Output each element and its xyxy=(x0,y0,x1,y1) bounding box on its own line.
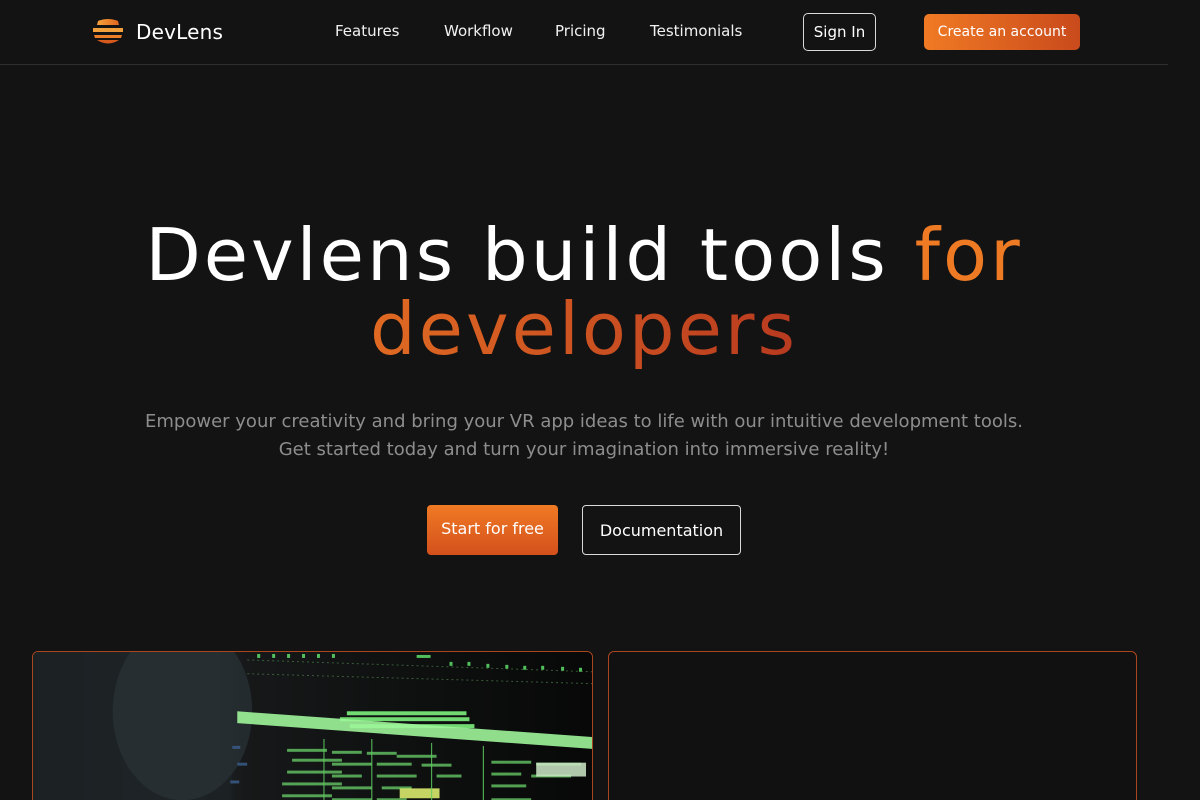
hero-subtitle: Empower your creativity and bring your V… xyxy=(0,408,1168,464)
nav-link-pricing[interactable]: Pricing xyxy=(555,22,606,40)
layered-disc-logo-icon xyxy=(93,19,123,44)
documentation-button[interactable]: Documentation xyxy=(582,505,741,555)
hero-subtitle-line-2: Get started today and turn your imaginat… xyxy=(278,439,890,460)
feature-card-terminal xyxy=(32,651,593,800)
feature-card-empty xyxy=(608,651,1137,800)
sign-in-button[interactable]: Sign In xyxy=(803,13,876,51)
nav-link-workflow[interactable]: Workflow xyxy=(444,22,513,40)
hero-title: Devlens build tools for developers xyxy=(0,218,1168,366)
brand-name: DevLens xyxy=(136,20,224,44)
start-for-free-button[interactable]: Start for free xyxy=(427,505,558,555)
hero-title-accent-for: for xyxy=(914,213,1023,297)
navbar: DevLens Features Workflow Pricing Testim… xyxy=(0,0,1168,65)
create-account-button[interactable]: Create an account xyxy=(924,14,1080,50)
terminal-screen-image xyxy=(33,652,592,800)
hero-title-main: Devlens build tools xyxy=(145,213,889,297)
nav-link-features[interactable]: Features xyxy=(335,22,400,40)
hero-title-accent-developers: developers xyxy=(369,287,799,371)
logo-link[interactable]: DevLens xyxy=(90,18,223,46)
hero-subtitle-line-1: Empower your creativity and bring your V… xyxy=(145,411,1023,432)
nav-link-testimonials[interactable]: Testimonials xyxy=(650,22,742,40)
